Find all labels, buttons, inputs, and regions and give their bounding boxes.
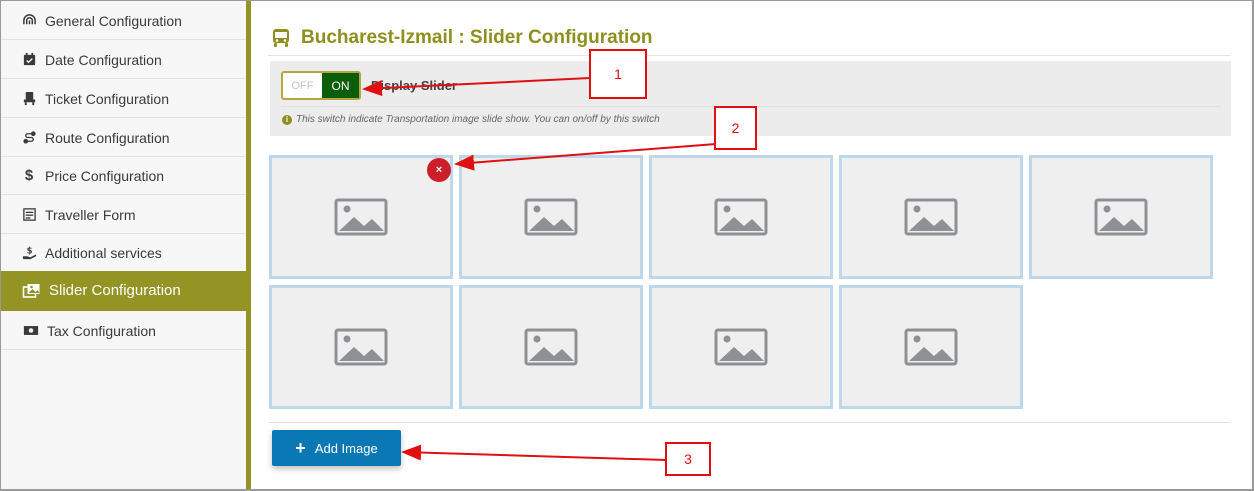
remove-image-button[interactable]: × [427, 158, 451, 182]
image-placeholder-icon [904, 328, 958, 366]
slider-image-thumb[interactable] [839, 155, 1023, 279]
annotation-callout-3: 3 [665, 442, 711, 476]
sidebar-item-route-configuration[interactable]: Route Configuration [1, 119, 246, 157]
image-placeholder-icon [904, 198, 958, 236]
sidebar-item-price-configuration[interactable]: $ Price Configuration [1, 157, 246, 195]
sidebar-item-label: General Configuration [45, 12, 182, 29]
sidebar: General Configuration Date Configuration… [1, 1, 246, 489]
slider-image-thumb[interactable] [269, 155, 453, 279]
slider-image-thumb[interactable] [269, 285, 453, 409]
money-bill-icon [23, 323, 39, 339]
sidebar-item-label: Price Configuration [45, 167, 165, 184]
annotation-number: 2 [731, 120, 740, 136]
annotation-number: 3 [684, 451, 692, 467]
image-placeholder-icon [334, 198, 388, 236]
image-placeholder-icon [524, 198, 578, 236]
display-slider-hint: i This switch indicate Transportation im… [282, 114, 660, 125]
sidebar-item-label: Slider Configuration [49, 282, 181, 299]
page-title-text: Bucharest-Izmail : Slider Configuration [301, 27, 653, 48]
sidebar-item-label: Ticket Configuration [45, 90, 169, 107]
toggle-on-option[interactable]: ON [322, 73, 359, 98]
add-image-button[interactable]: + Add Image [272, 430, 401, 466]
sidebar-item-label: Date Configuration [45, 51, 162, 68]
sidebar-item-label: Additional services [45, 244, 162, 261]
page-title: Bucharest-Izmail : Slider Configuration [271, 25, 653, 51]
images-icon [21, 283, 41, 299]
display-slider-label: Display Slider [371, 78, 457, 93]
close-icon: × [435, 164, 443, 176]
sidebar-item-tax-configuration[interactable]: Tax Configuration [1, 312, 246, 350]
image-placeholder-icon [334, 328, 388, 366]
hint-text: This switch indicate Transportation imag… [296, 114, 660, 125]
add-image-label: Add Image [314, 440, 378, 456]
title-divider [268, 55, 1230, 56]
svg-text:$: $ [26, 245, 32, 255]
sidebar-item-label: Route Configuration [45, 129, 170, 146]
calendar-check-icon [21, 52, 37, 68]
fingerprint-icon [21, 13, 37, 29]
sidebar-item-ticket-configuration[interactable]: Ticket Configuration [1, 80, 246, 118]
form-icon [21, 207, 37, 223]
sidebar-item-date-configuration[interactable]: Date Configuration [1, 41, 246, 79]
annotation-callout-2: 2 [714, 106, 757, 150]
sidebar-item-additional-services[interactable]: $ Additional services [1, 234, 246, 272]
plus-icon: + [295, 438, 306, 458]
slider-image-thumb[interactable] [459, 155, 643, 279]
route-icon [21, 130, 37, 146]
info-icon: i [282, 114, 292, 125]
sidebar-item-label: Tax Configuration [47, 322, 156, 339]
annotation-callout-1: 1 [589, 49, 647, 99]
image-placeholder-icon [714, 198, 768, 236]
image-placeholder-icon [714, 328, 768, 366]
sidebar-divider [246, 1, 251, 489]
sidebar-item-slider-configuration[interactable]: Slider Configuration [1, 271, 246, 311]
bus-icon [271, 28, 291, 48]
slider-image-thumb[interactable] [839, 285, 1023, 409]
sidebar-item-traveller-form[interactable]: Traveller Form [1, 196, 246, 234]
gallery-divider [268, 422, 1230, 423]
annotation-number: 1 [614, 66, 622, 82]
image-placeholder-icon [1094, 198, 1148, 236]
sidebar-item-label: Traveller Form [45, 206, 136, 223]
toggle-off-option[interactable]: OFF [283, 73, 322, 98]
display-slider-toggle[interactable]: OFF ON [281, 71, 361, 100]
dollar-icon: $ [24, 167, 34, 184]
slider-image-thumb[interactable] [459, 285, 643, 409]
seat-icon [21, 91, 37, 107]
sidebar-item-general-configuration[interactable]: General Configuration [1, 2, 246, 40]
hand-dollar-icon: $ [21, 245, 37, 261]
slider-image-thumb[interactable] [1029, 155, 1213, 279]
slider-image-thumb[interactable] [649, 285, 833, 409]
slider-image-thumb[interactable] [649, 155, 833, 279]
image-placeholder-icon [524, 328, 578, 366]
